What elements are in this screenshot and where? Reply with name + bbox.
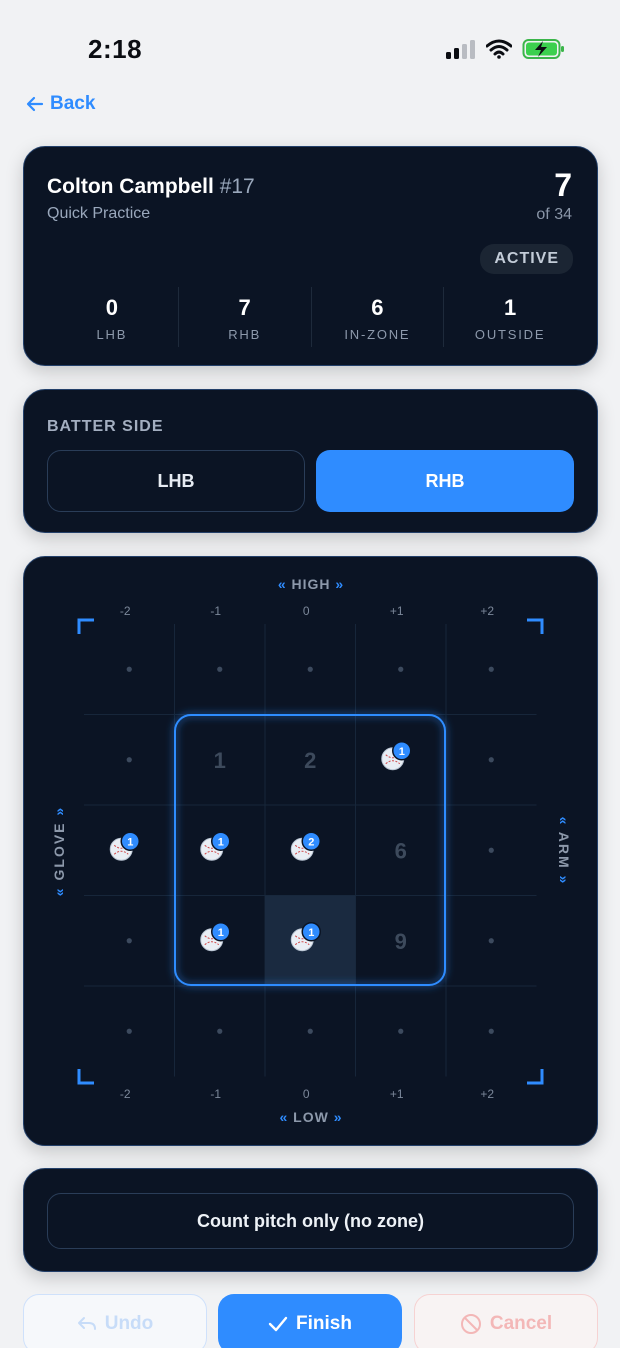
back-label: Back: [50, 93, 96, 114]
pitch-count-value: 1: [218, 836, 224, 848]
undo-icon: [77, 1317, 96, 1330]
count-pitch-only-button[interactable]: Count pitch only (no zone): [47, 1193, 574, 1249]
player-card: Colton Campbell #17 Quick Practice 7 of …: [23, 146, 598, 366]
battery-charging-icon: [522, 39, 564, 59]
undo-label: Undo: [104, 1313, 154, 1334]
stat-label: RHB: [228, 327, 262, 342]
player-name: Colton Campbell: [47, 175, 214, 198]
stat-label: IN-ZONE: [344, 327, 411, 342]
cell-dot: [126, 1028, 132, 1034]
check-icon: [268, 1316, 288, 1332]
cell-dot: [488, 938, 494, 944]
wifi-icon: [486, 39, 512, 59]
pitch-marker[interactable]: 1: [109, 831, 140, 861]
axis-tick-bottom: -1: [210, 1087, 221, 1101]
cell-dot: [488, 1028, 494, 1034]
stat-in-zone: 6 IN-ZONE: [312, 287, 445, 347]
lhb-button[interactable]: LHB: [47, 450, 305, 512]
pitch-count-value: 1: [127, 836, 133, 848]
back-button[interactable]: Back: [26, 93, 95, 115]
pitch-total: of 34: [536, 206, 572, 223]
zone-number-9: 9: [395, 929, 407, 954]
session-type: Quick Practice: [47, 205, 151, 222]
arrow-left-icon: [26, 96, 44, 112]
count-only-card: Count pitch only (no zone): [23, 1168, 598, 1272]
stat-lhb: 0 LHB: [46, 287, 179, 347]
strike-zone-grid[interactable]: -2 -1 0 +1 +2 -2 -1 0 +1 +2 « HIGH » « LOW » « G…: [24, 557, 599, 1147]
pitch-marker[interactable]: 1: [200, 922, 231, 952]
zone-number-1: 1: [214, 748, 226, 773]
batter-side-title: BATTER SIDE: [47, 418, 164, 435]
pitch-count-value: 1: [308, 927, 314, 939]
stat-label: LHB: [96, 327, 128, 342]
rhb-button[interactable]: RHB: [316, 450, 574, 512]
stat-value: 6: [371, 295, 384, 320]
pitch-marker[interactable]: 1: [381, 741, 412, 771]
pitch-count-value: 1: [399, 746, 405, 758]
cell-dot: [307, 666, 313, 672]
cancel-icon: [460, 1314, 481, 1334]
undo-button[interactable]: Undo: [23, 1294, 207, 1348]
cell-dot: [307, 1028, 313, 1034]
pitch-count-value: 2: [308, 836, 314, 848]
player-number: #17: [219, 175, 255, 198]
cell-dot: [126, 757, 132, 763]
axis-tick-bottom: +1: [390, 1087, 404, 1101]
stat-value: 7: [238, 295, 251, 320]
cell-dot: [217, 666, 223, 672]
zone-number-2: 2: [304, 748, 316, 773]
zone-number-6: 6: [395, 838, 407, 863]
signal-icon: [446, 40, 475, 59]
axis-tick-bottom: -2: [120, 1087, 131, 1101]
strike-zone-card: -2 -1 0 +1 +2 -2 -1 0 +1 +2 « HIGH » « LOW » « G…: [23, 556, 598, 1146]
cell-dot: [398, 666, 404, 672]
status-badge: ACTIVE: [480, 244, 573, 274]
cancel-button[interactable]: Cancel: [414, 1294, 598, 1348]
axis-tick-top: +2: [480, 604, 494, 618]
cell-dot: [488, 666, 494, 672]
zone-label-arm: « ARM »: [556, 817, 572, 886]
player-name-line: Colton Campbell #17: [47, 175, 255, 199]
zone-label-high: « HIGH »: [278, 576, 344, 592]
cell-dot: [217, 1028, 223, 1034]
stat-outside: 1 OUTSIDE: [444, 287, 576, 347]
status-bar: 2:18: [0, 0, 620, 90]
cancel-label: Cancel: [489, 1313, 553, 1334]
status-icons: [446, 38, 566, 60]
cell-dot: [488, 847, 494, 853]
pitch-count: 7: [554, 167, 572, 203]
cell-dot: [398, 1028, 404, 1034]
zone-label-low: « LOW »: [279, 1109, 342, 1125]
pitch-count-value: 1: [218, 927, 224, 939]
stats-row: 0 LHB 7 RHB 6 IN-ZONE 1 OUTSIDE: [46, 287, 576, 347]
stat-label: OUTSIDE: [474, 327, 546, 342]
status-time: 2:18: [88, 34, 143, 64]
stat-rhb: 7 RHB: [179, 287, 312, 347]
axis-tick-top: -1: [210, 604, 221, 618]
cell-dot: [126, 938, 132, 944]
finish-label: Finish: [296, 1313, 352, 1334]
axis-tick-bottom: 0: [303, 1087, 310, 1101]
axis-tick-top: +1: [390, 604, 404, 618]
stat-value: 1: [504, 295, 517, 320]
finish-button[interactable]: Finish: [218, 1294, 402, 1348]
axis-tick-top: 0: [303, 604, 310, 618]
cell-dot: [126, 666, 132, 672]
stat-value: 0: [105, 295, 118, 320]
axis-tick-bottom: +2: [480, 1087, 494, 1101]
axis-tick-top: -2: [120, 604, 131, 618]
cell-dot: [488, 757, 494, 763]
batter-side-card: BATTER SIDE LHB RHB: [23, 389, 598, 533]
pitch-marker[interactable]: 1: [200, 831, 231, 861]
pitch-marker[interactable]: 2: [290, 831, 321, 861]
zone-label-glove: « GLOVE »: [51, 806, 67, 896]
